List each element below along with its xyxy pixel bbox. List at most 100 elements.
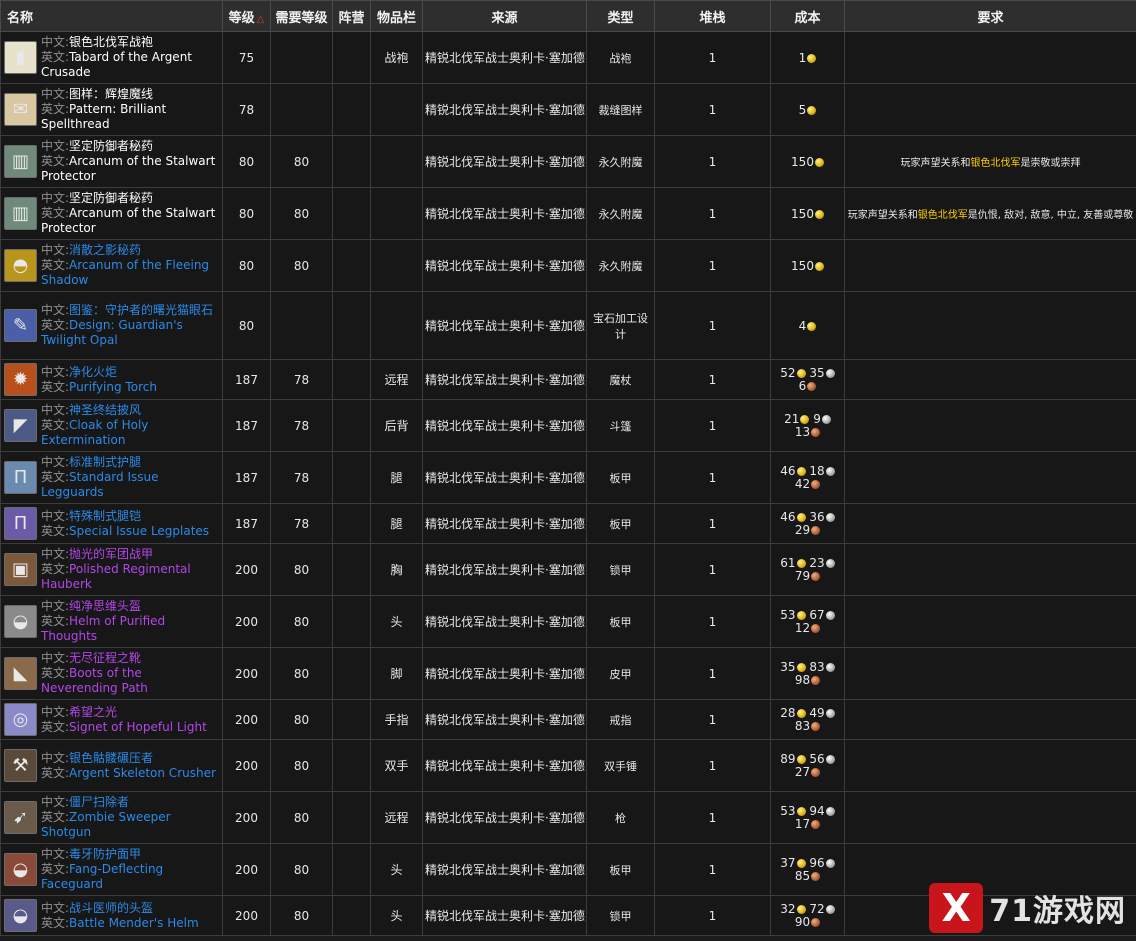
item-name-en[interactable]: Argent Skeleton Crusher xyxy=(69,766,216,780)
item-source[interactable]: 精锐北伐军战士奥利卡·塞加德 xyxy=(425,563,585,577)
tabard-icon[interactable]: ▮ xyxy=(4,41,37,74)
header-requirement[interactable]: 要求 xyxy=(844,0,1136,32)
item-slot: 双手 xyxy=(384,759,409,773)
item-source[interactable]: 精锐北伐军战士奥利卡·塞加德 xyxy=(425,207,585,221)
item-name-cn[interactable]: 消散之影秘药 xyxy=(69,243,141,257)
cell-level: 187 xyxy=(222,451,271,504)
item-source[interactable]: 精锐北伐军战士奥利卡·塞加德 xyxy=(425,373,585,387)
arcanum-icon[interactable]: ▥ xyxy=(4,197,37,230)
table-row[interactable]: ⚒ 中文:银色骷髅碾压者 英文:Argent Skeleton Crusher 200… xyxy=(0,739,1136,792)
item-source[interactable]: 精锐北伐军战士奥利卡·塞加德 xyxy=(425,155,585,169)
label-chinese: 中文: xyxy=(41,303,70,317)
item-source[interactable]: 精锐北伐军战士奥利卡·塞加德 xyxy=(425,471,585,485)
header-name[interactable]: 名称 xyxy=(0,0,223,32)
item-source[interactable]: 精锐北伐军战士奥利卡·塞加德 xyxy=(425,259,585,273)
table-row[interactable]: ✎ 中文:图鉴：守护者的曙光猫眼石 英文:Design: Guardian's Tw… xyxy=(0,291,1136,360)
table-row[interactable]: ◎ 中文:希望之光 英文:Signet of Hopeful Light 200 80 手… xyxy=(0,699,1136,740)
table-row[interactable]: Π 中文:标准制式护腿 英文:Standard Issue Legguards 187… xyxy=(0,451,1136,504)
header-cost[interactable]: 成本 xyxy=(770,0,845,32)
item-name-en[interactable]: Special Issue Legplates xyxy=(69,524,209,538)
item-name-cn[interactable]: 银色骷髅碾压者 xyxy=(69,751,153,765)
item-name-cn[interactable]: 图鉴：守护者的曙光猫眼石 xyxy=(69,303,213,317)
item-name-cn[interactable]: 抛光的军团战甲 xyxy=(69,547,153,561)
item-name-cn[interactable]: 标准制式护腿 xyxy=(69,455,141,469)
item-source[interactable]: 精锐北伐军战士奥利卡·塞加德 xyxy=(425,667,585,681)
header-source[interactable]: 来源 xyxy=(422,0,587,32)
item-source[interactable]: 精锐北伐军战士奥利卡·塞加德 xyxy=(425,759,585,773)
table-row[interactable]: ◤ 中文:神圣终结披风 英文:Cloak of Holy Extermination… xyxy=(0,399,1136,452)
requirement-faction-link[interactable]: 银色北伐军 xyxy=(971,158,1021,169)
item-name-cn[interactable]: 净化火炬 xyxy=(69,365,117,379)
cost-value: 53 94 17 xyxy=(780,804,835,831)
item-stack: 1 xyxy=(708,470,717,485)
item-name-cn[interactable]: 图样：辉煌魔线 xyxy=(69,87,153,101)
item-source[interactable]: 精锐北伐军战士奥利卡·塞加德 xyxy=(425,713,585,727)
helm-icon[interactable]: ◓ xyxy=(4,249,37,282)
item-name-cn[interactable]: 战斗医师的头盔 xyxy=(69,901,153,915)
header-faction[interactable]: 阵营 xyxy=(332,0,371,32)
item-source[interactable]: 精锐北伐军战士奥利卡·塞加德 xyxy=(425,51,585,65)
legs-icon[interactable]: Π xyxy=(4,507,37,540)
item-source[interactable]: 精锐北伐军战士奥利卡·塞加德 xyxy=(425,517,585,531)
item-name-cn[interactable]: 坚定防御者秘药 xyxy=(69,139,153,153)
boots-icon[interactable]: ◣ xyxy=(4,657,37,690)
requirement-faction-link[interactable]: 银色北伐军 xyxy=(918,210,968,221)
item-name-cn[interactable]: 毒牙防护面甲 xyxy=(69,847,141,861)
cloak-icon[interactable]: ◤ xyxy=(4,409,37,442)
header-level[interactable]: 等级 △ xyxy=(222,0,271,32)
table-row[interactable]: ▥ 中文:坚定防御者秘药 英文:Arcanum of the Stalwart Pr… xyxy=(0,187,1136,240)
table-row[interactable]: ➹ 中文:僵尸扫除者 英文:Zombie Sweeper Shotgun 200 80 远… xyxy=(0,791,1136,844)
cost-gold: 37 xyxy=(780,855,796,870)
item-level: 200 xyxy=(235,666,258,681)
table-row[interactable]: ◓ 中文:消散之影秘药 英文:Arcanum of the Fleeing Shad… xyxy=(0,239,1136,292)
design-icon[interactable]: ✎ xyxy=(4,309,37,342)
table-row[interactable]: ▥ 中文:坚定防御者秘药 英文:Arcanum of the Stalwart Pr… xyxy=(0,135,1136,188)
item-name-en[interactable]: Signet of Hopeful Light xyxy=(69,720,207,734)
item-source[interactable]: 精锐北伐军战士奥利卡·塞加德 xyxy=(425,909,585,923)
cost-gold: 61 xyxy=(780,555,796,570)
header-slot[interactable]: 物品栏 xyxy=(370,0,423,32)
item-name-cn[interactable]: 希望之光 xyxy=(69,705,117,719)
item-source[interactable]: 精锐北伐军战士奥利卡·塞加德 xyxy=(425,615,585,629)
table-row[interactable]: ◒ 中文:纯净思维头盔 英文:Helm of Purified Thoughts 20… xyxy=(0,595,1136,648)
item-name-cn[interactable]: 特殊制式腿铠 xyxy=(69,509,141,523)
header-type-label: 类型 xyxy=(607,10,634,26)
table-row[interactable]: ◣ 中文:无尽征程之靴 英文:Boots of the Neverending Pa… xyxy=(0,647,1136,700)
item-source[interactable]: 精锐北伐军战士奥利卡·塞加德 xyxy=(425,811,585,825)
legs-icon[interactable]: Π xyxy=(4,461,37,494)
arcanum-icon[interactable]: ▥ xyxy=(4,145,37,178)
ring-icon[interactable]: ◎ xyxy=(4,703,37,736)
torch-icon[interactable]: ✹ xyxy=(4,363,37,396)
chest-icon[interactable]: ▣ xyxy=(4,553,37,586)
helm-icon[interactable]: ◒ xyxy=(4,899,37,932)
table-row[interactable]: ✉ 中文:图样：辉煌魔线 英文:Pattern: Brilliant Spellth… xyxy=(0,83,1136,136)
table-row[interactable]: ▣ 中文:抛光的军团战甲 英文:Polished Regimental Hauber… xyxy=(0,543,1136,596)
table-row[interactable]: Π 中文:特殊制式腿铠 英文:Special Issue Legplates 187 7… xyxy=(0,503,1136,544)
item-source[interactable]: 精锐北伐军战士奥利卡·塞加德 xyxy=(425,319,585,333)
copper-coin-icon xyxy=(811,721,821,731)
scroll-icon[interactable]: ✉ xyxy=(4,93,37,126)
item-source[interactable]: 精锐北伐军战士奥利卡·塞加德 xyxy=(425,419,585,433)
header-type[interactable]: 类型 xyxy=(586,0,655,32)
helm-icon[interactable]: ◒ xyxy=(4,605,37,638)
item-name-cn[interactable]: 坚定防御者秘药 xyxy=(69,191,153,205)
helm-icon[interactable]: ◒ xyxy=(4,853,37,886)
item-name-cn[interactable]: 无尽征程之靴 xyxy=(69,651,141,665)
mace-icon[interactable]: ⚒ xyxy=(4,749,37,782)
table-row[interactable]: ✹ 中文:净化火炬 英文:Purifying Torch 187 78 远程 精锐北伐军战士… xyxy=(0,359,1136,400)
gun-icon[interactable]: ➹ xyxy=(4,801,37,834)
cost-gold: 53 xyxy=(780,607,796,622)
item-name-cn[interactable]: 银色北伐军战袍 xyxy=(69,35,153,49)
header-required-level[interactable]: 需要等级 xyxy=(270,0,333,32)
table-row[interactable]: ▮ 中文:银色北伐军战袍 英文:Tabard of the Argent Crusa… xyxy=(0,31,1136,84)
header-stack[interactable]: 堆栈 xyxy=(654,0,771,32)
item-name-en[interactable]: Battle Mender's Helm xyxy=(69,916,199,930)
item-source[interactable]: 精锐北伐军战士奥利卡·塞加德 xyxy=(425,863,585,877)
item-name-cn[interactable]: 神圣终结披风 xyxy=(69,403,141,417)
item-type: 板甲 xyxy=(609,863,632,877)
item-name-cn[interactable]: 纯净思维头盔 xyxy=(69,599,141,613)
item-name-cn[interactable]: 僵尸扫除者 xyxy=(69,795,129,809)
item-name-en[interactable]: Purifying Torch xyxy=(69,380,157,394)
cell-level: 200 xyxy=(222,739,271,792)
item-source[interactable]: 精锐北伐军战士奥利卡·塞加德 xyxy=(425,103,585,117)
